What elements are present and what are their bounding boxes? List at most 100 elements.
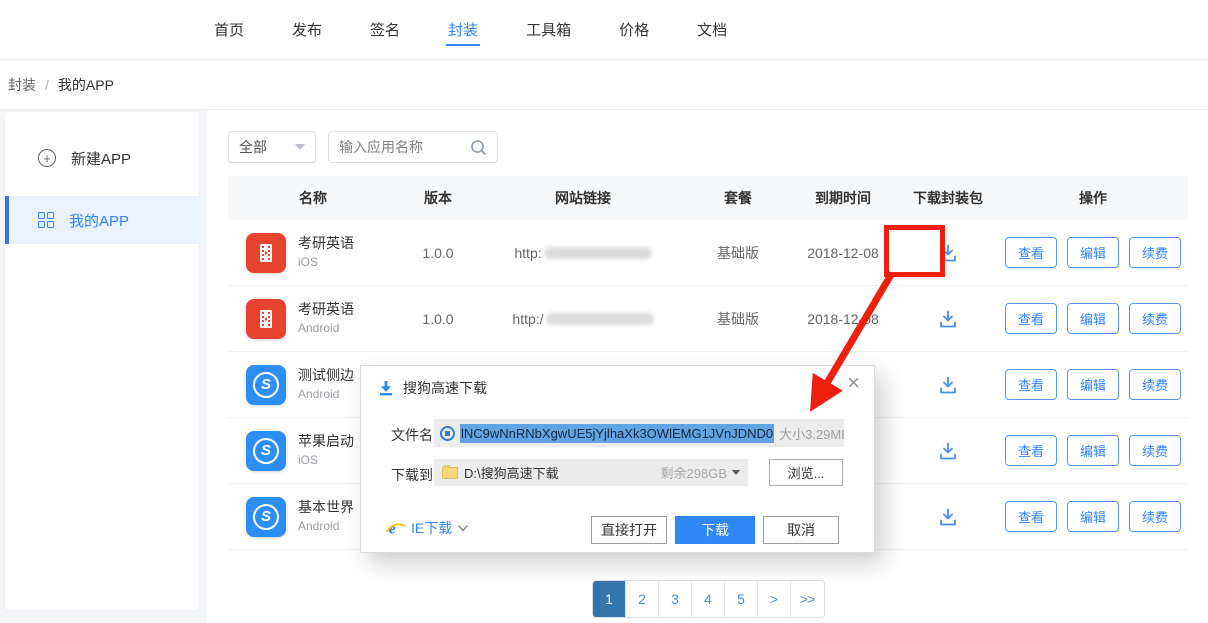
view-button[interactable]: 查看 <box>1005 435 1057 466</box>
renew-button[interactable]: 续费 <box>1129 435 1181 466</box>
last-page-button[interactable]: >> <box>791 581 824 617</box>
edit-button[interactable]: 编辑 <box>1067 369 1119 400</box>
tray-download-icon <box>937 440 959 462</box>
main-nav: 首页 发布 签名 封装 工具箱 价格 文档 <box>0 0 1208 59</box>
list-toolbar: 全部 <box>228 131 498 163</box>
view-button[interactable]: 查看 <box>1005 303 1057 334</box>
col-header-download: 下载封装包 <box>898 188 998 208</box>
table-row: 考研英语 iOS 1.0.0 http: 基础版 2018-12-08 <box>228 220 1188 286</box>
download-package-button[interactable] <box>933 238 963 268</box>
tray-download-icon <box>937 242 959 264</box>
app-plan: 基础版 <box>688 309 788 329</box>
film-app-icon <box>246 299 286 339</box>
top-nav-bar: 首页 发布 签名 封装 工具箱 价格 文档 <box>0 0 1208 60</box>
file-size: 大小3.29MB <box>779 424 844 443</box>
s-logo-app-icon: S <box>246 365 286 405</box>
app-name: 考研英语 <box>298 235 354 253</box>
close-icon[interactable]: × <box>847 372 860 394</box>
dialog-title-bar: 搜狗高速下载 <box>378 378 487 398</box>
nav-item-home[interactable]: 首页 <box>190 0 268 59</box>
dialog-title: 搜狗高速下载 <box>403 378 487 398</box>
app-name: 基本世界 <box>298 499 354 517</box>
app-platform: iOS <box>298 255 354 270</box>
edit-button[interactable]: 编辑 <box>1067 303 1119 334</box>
filename-field[interactable]: lNC9wNnRNbXgwUE5jYjlhaXk3OWlEMG1JVnJDND0… <box>434 419 844 447</box>
page-5[interactable]: 5 <box>725 581 758 617</box>
chevron-down-icon[interactable] <box>732 470 740 475</box>
app-url-prefix: http: <box>514 245 541 261</box>
page-2[interactable]: 2 <box>626 581 659 617</box>
page-4[interactable]: 4 <box>692 581 725 617</box>
download-package-button[interactable] <box>933 436 963 466</box>
filename-value: lNC9wNnRNbXgwUE5jYjlhaXk3OWlEMG1JVnJDND0 <box>460 424 774 443</box>
ie-download-toggle[interactable]: e IE下载 <box>386 518 468 538</box>
cancel-button[interactable]: 取消 <box>763 516 839 544</box>
breadcrumb-current: 我的APP <box>58 75 114 95</box>
renew-button[interactable]: 续费 <box>1129 501 1181 532</box>
filename-label: 文件名 <box>391 425 433 445</box>
file-type-icon <box>440 426 455 441</box>
nav-item-toolbox[interactable]: 工具箱 <box>502 0 595 59</box>
app-name: 苹果启动 <box>298 433 354 451</box>
download-button[interactable]: 下载 <box>675 516 755 544</box>
download-package-button[interactable] <box>933 304 963 334</box>
renew-button[interactable]: 续费 <box>1129 369 1181 400</box>
nav-item-publish[interactable]: 发布 <box>268 0 346 59</box>
col-header-plan: 套餐 <box>688 188 788 208</box>
sogou-download-dialog: 搜狗高速下载 × 文件名 lNC9wNnRNbXgwUE5jYjlhaXk3OW… <box>360 365 875 553</box>
app-packaging-page: 首页 发布 签名 封装 工具箱 价格 文档 封装 / 我的APP + 新建APP… <box>0 0 1208 623</box>
open-directly-button[interactable]: 直接打开 <box>591 516 667 544</box>
app-name: 测试侧边 <box>298 367 354 385</box>
app-version: 1.0.0 <box>398 245 478 261</box>
destination-path: D:\搜狗高速下载 <box>464 463 559 482</box>
search-input[interactable] <box>339 139 464 155</box>
view-button[interactable]: 查看 <box>1005 237 1057 268</box>
s-logo-app-icon: S <box>246 431 286 471</box>
edit-button[interactable]: 编辑 <box>1067 501 1119 532</box>
folder-icon <box>442 467 458 479</box>
app-platform: Android <box>298 387 354 402</box>
col-header-version: 版本 <box>398 188 478 208</box>
internet-explorer-icon: e <box>386 519 405 538</box>
sidebar-item-my-app[interactable]: 我的APP <box>5 196 199 244</box>
app-platform: iOS <box>298 453 354 468</box>
breadcrumb-section[interactable]: 封装 <box>8 75 36 95</box>
view-button[interactable]: 查看 <box>1005 369 1057 400</box>
download-package-button[interactable] <box>933 502 963 532</box>
app-name: 考研英语 <box>298 301 354 319</box>
search-box <box>328 131 498 163</box>
col-header-name: 名称 <box>228 188 398 208</box>
circle-plus-icon: + <box>38 149 56 167</box>
renew-button[interactable]: 续费 <box>1129 237 1181 268</box>
table-row: 考研英语 Android 1.0.0 http:/ 基础版 2018-12-08 <box>228 286 1188 352</box>
page-1[interactable]: 1 <box>593 581 626 617</box>
breadcrumb: 封装 / 我的APP <box>0 61 1208 110</box>
filter-select[interactable]: 全部 <box>228 131 316 163</box>
col-header-url: 网站链接 <box>478 188 688 208</box>
edit-button[interactable]: 编辑 <box>1067 435 1119 466</box>
view-button[interactable]: 查看 <box>1005 501 1057 532</box>
edit-button[interactable]: 编辑 <box>1067 237 1119 268</box>
destination-field[interactable]: D:\搜狗高速下载 剩余298GB <box>434 459 748 486</box>
pagination: 1 2 3 4 5 > >> <box>228 580 1188 618</box>
next-page-button[interactable]: > <box>758 581 791 617</box>
nav-item-price[interactable]: 价格 <box>595 0 673 59</box>
download-icon <box>378 380 394 396</box>
chevron-down-icon <box>295 144 305 150</box>
browse-button[interactable]: 浏览... <box>769 459 843 486</box>
destination-label: 下载到 <box>391 465 433 485</box>
nav-item-package[interactable]: 封装 <box>424 0 502 59</box>
nav-item-sign[interactable]: 签名 <box>346 0 424 59</box>
tray-download-icon <box>937 506 959 528</box>
table-header-row: 名称 版本 网站链接 套餐 到期时间 下载封装包 操作 <box>228 176 1188 220</box>
blurred-url <box>546 313 654 325</box>
search-icon[interactable] <box>470 139 487 156</box>
page-3[interactable]: 3 <box>659 581 692 617</box>
nav-item-docs[interactable]: 文档 <box>673 0 751 59</box>
sidebar-item-new-app[interactable]: + 新建APP <box>5 132 199 184</box>
renew-button[interactable]: 续费 <box>1129 303 1181 334</box>
download-package-button[interactable] <box>933 370 963 400</box>
app-platform: Android <box>298 321 354 336</box>
film-app-icon <box>246 233 286 273</box>
app-plan: 基础版 <box>688 243 788 263</box>
